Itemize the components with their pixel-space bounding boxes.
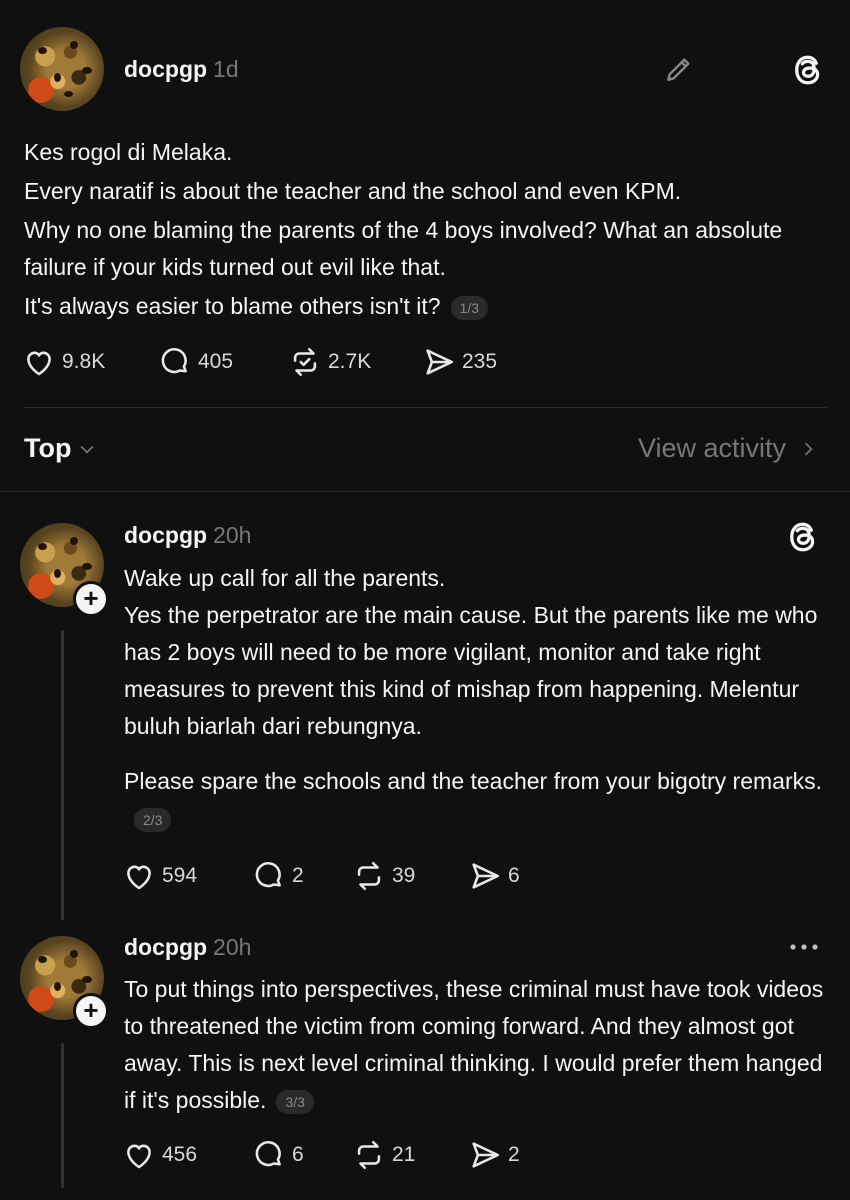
divider — [0, 491, 850, 492]
comment-count: 2 — [292, 864, 304, 887]
comment-button[interactable]: 6 — [252, 1138, 352, 1172]
comment-icon — [255, 862, 281, 888]
like-button[interactable]: 594 — [122, 859, 252, 893]
threads-logo-icon[interactable] — [790, 52, 826, 88]
share-icon — [426, 349, 454, 375]
post-body: Kes rogol di Melaka. Every naratif is ab… — [24, 134, 814, 325]
heart-icon — [127, 1144, 151, 1169]
reply-paragraph: Wake up call for all the parents. — [124, 565, 446, 591]
share-count: 2 — [508, 1143, 520, 1166]
repost-button[interactable]: 2.7K — [288, 345, 422, 379]
threads-logo-icon[interactable] — [785, 519, 821, 555]
reply-actions: 456 6 21 2 — [122, 1138, 520, 1172]
like-button[interactable]: 456 — [122, 1138, 252, 1172]
post-line: Every naratif is about the teacher and t… — [24, 178, 682, 204]
like-count: 9.8K — [62, 350, 106, 373]
repost-count: 2.7K — [328, 350, 372, 373]
chevron-down-icon — [81, 445, 94, 454]
like-button[interactable]: 9.8K — [22, 345, 158, 379]
post-time: 20h — [213, 522, 252, 548]
repost-icon — [357, 861, 381, 891]
divider — [24, 407, 827, 408]
view-activity-label: View activity — [637, 433, 786, 463]
share-button[interactable]: 6 — [468, 859, 520, 893]
post-time: 1d — [213, 56, 239, 82]
sort-dropdown[interactable]: Top — [24, 433, 97, 464]
comment-count: 405 — [198, 350, 234, 373]
reply-paragraph-text: To put things into perspectives, these c… — [124, 976, 824, 1113]
reply-actions: 594 2 39 6 — [122, 859, 520, 893]
reply-paragraph: Yes the perpetrator are the main cause. … — [124, 602, 818, 739]
username[interactable]: docpgp 1d — [124, 56, 239, 83]
reply-paragraph: Please spare the schools and the teacher… — [124, 763, 829, 837]
post-line: Kes rogol di Melaka. — [24, 139, 233, 165]
heart-icon — [27, 351, 51, 376]
reply-paragraph: To put things into perspectives, these c… — [124, 971, 829, 1119]
username[interactable]: docpgp 20h — [124, 522, 251, 549]
thread-pager: 1/3 — [450, 295, 489, 320]
like-count: 594 — [162, 864, 198, 887]
post-time: 20h — [213, 934, 252, 960]
share-icon — [472, 1142, 500, 1168]
repost-icon — [293, 347, 317, 377]
thread-pager: 3/3 — [276, 1089, 314, 1114]
comment-button[interactable]: 405 — [158, 345, 288, 379]
username[interactable]: docpgp 20h — [124, 934, 251, 961]
repost-button[interactable]: 39 — [352, 859, 468, 893]
thread-line — [61, 630, 64, 920]
post-line: Why no one blaming the parents of the 4 … — [24, 217, 783, 280]
repost-count: 21 — [392, 1143, 416, 1166]
repost-count: 39 — [392, 864, 416, 887]
more-options-icon[interactable] — [786, 937, 822, 957]
comment-count: 6 — [292, 1143, 304, 1166]
repost-button[interactable]: 21 — [352, 1138, 468, 1172]
share-count: 235 — [462, 350, 498, 373]
share-button[interactable]: 235 — [422, 345, 497, 379]
username-text[interactable]: docpgp — [124, 56, 207, 82]
repost-icon — [357, 1140, 381, 1170]
reply-paragraph-text: Please spare the schools and the teacher… — [124, 768, 823, 794]
share-count: 6 — [508, 864, 520, 887]
thread-line — [61, 1043, 64, 1188]
follow-button[interactable]: + — [73, 993, 109, 1029]
username-text[interactable]: docpgp — [124, 522, 207, 548]
comment-icon — [255, 1141, 281, 1167]
reply-body: To put things into perspectives, these c… — [124, 971, 829, 1119]
follow-button[interactable]: + — [73, 581, 109, 617]
like-count: 456 — [162, 1143, 198, 1166]
comment-button[interactable]: 2 — [252, 859, 352, 893]
comment-icon — [161, 348, 187, 374]
share-icon — [472, 863, 500, 889]
view-activity-link[interactable]: View activity — [638, 433, 818, 464]
heart-icon — [127, 865, 151, 890]
chevron-right-icon — [804, 442, 813, 455]
pencil-icon[interactable] — [663, 53, 695, 85]
post-line-text: It's always easier to blame others isn't… — [24, 293, 441, 319]
username-text[interactable]: docpgp — [124, 934, 207, 960]
reply-body: Wake up call for all the parents. Yes th… — [124, 560, 829, 837]
post-actions: 9.8K 405 2.7K 235 — [22, 345, 497, 379]
thread-pager: 2/3 — [134, 807, 172, 832]
sort-label: Top — [24, 433, 72, 463]
post-line: It's always easier to blame others isn't… — [24, 288, 814, 325]
avatar[interactable] — [20, 27, 104, 111]
share-button[interactable]: 2 — [468, 1138, 520, 1172]
